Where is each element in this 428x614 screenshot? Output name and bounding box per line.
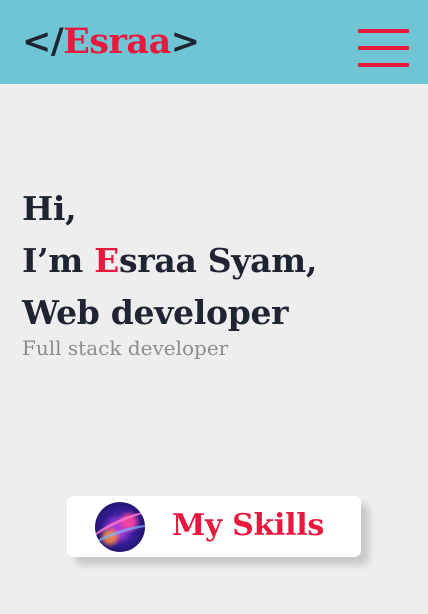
hero-name-line: I’m Esraa Syam, — [22, 235, 317, 287]
my-skills-label: My Skills — [172, 508, 324, 543]
my-skills-button[interactable]: My Skills — [67, 496, 361, 557]
menu-bar-top — [358, 29, 409, 33]
logo-close-bracket: > — [170, 21, 200, 62]
hamburger-menu-icon[interactable] — [356, 28, 410, 70]
top-navbar: </Esraa> — [0, 0, 428, 84]
menu-bar-middle — [358, 46, 409, 50]
hero-name-prefix: I’m — [22, 241, 95, 280]
logo-open-bracket: </ — [22, 21, 64, 62]
menu-bar-bottom — [358, 63, 409, 67]
hero-name-initial: E — [94, 241, 119, 280]
hero-section: Hi, I’m Esraa Syam, Web developer Full s… — [22, 183, 317, 360]
logo-name: Esraa — [63, 21, 171, 62]
hero-subtitle: Full stack developer — [22, 336, 229, 360]
hero-name-rest: sraa Syam, — [119, 241, 318, 280]
site-logo[interactable]: </Esraa> — [22, 21, 200, 63]
hero-role: Web developer — [22, 293, 289, 332]
abstract-orb-icon — [95, 502, 145, 552]
hero-greeting: Hi, — [22, 189, 77, 228]
